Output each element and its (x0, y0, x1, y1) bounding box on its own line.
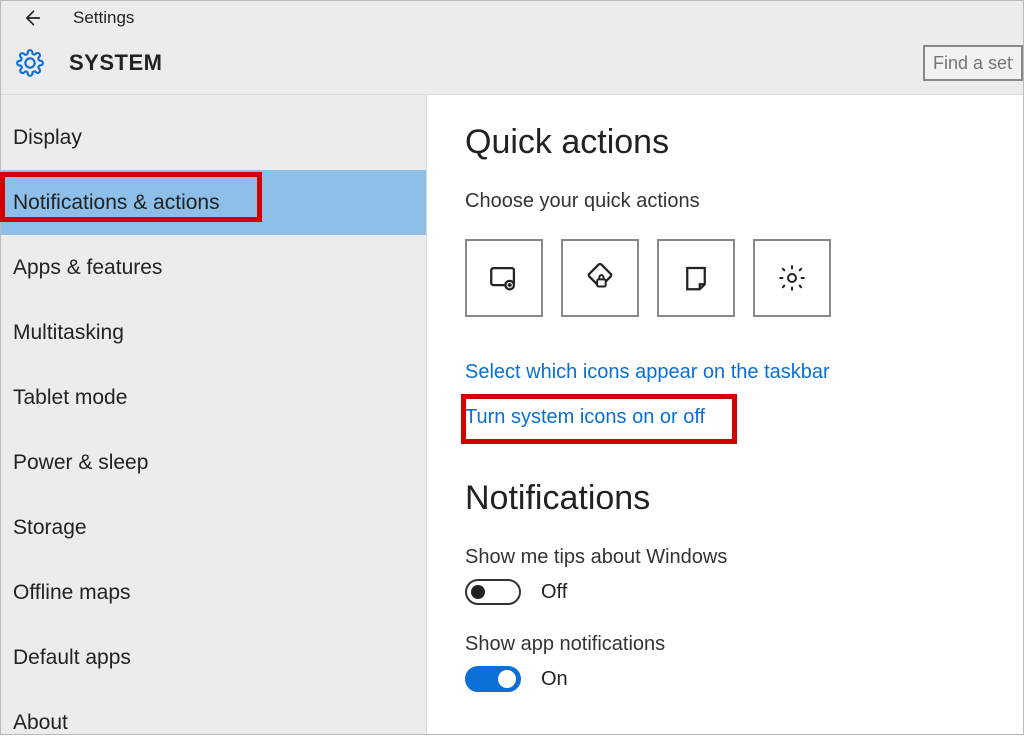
app-label: Settings (73, 8, 134, 28)
section-heading-quick-actions: Quick actions (465, 123, 1023, 162)
content-pane: Quick actions Choose your quick actions (427, 95, 1023, 734)
quick-actions-row (465, 239, 1023, 317)
sidebar-item-label: Storage (13, 516, 87, 540)
note-icon (681, 263, 711, 293)
sidebar-item-default-apps[interactable]: Default apps (1, 625, 426, 690)
search-input[interactable] (923, 45, 1023, 81)
sidebar-item-tablet-mode[interactable]: Tablet mode (1, 365, 426, 430)
sidebar-item-power-sleep[interactable]: Power & sleep (1, 430, 426, 495)
sidebar-item-offline-maps[interactable]: Offline maps (1, 560, 426, 625)
sidebar: Display Notifications & actions Apps & f… (1, 95, 427, 734)
app-notifications-label: Show app notifications (465, 633, 1023, 656)
sidebar-item-multitasking[interactable]: Multitasking (1, 300, 426, 365)
sidebar-item-label: Default apps (13, 646, 131, 670)
arrow-left-icon (21, 8, 41, 28)
quick-action-tile-rotation-lock[interactable] (561, 239, 639, 317)
settings-icon (777, 263, 807, 293)
toggle-app-notifications-state: On (541, 668, 568, 691)
toggle-tips[interactable] (465, 579, 521, 605)
toggle-tips-state: Off (541, 581, 567, 604)
sidebar-item-label: Power & sleep (13, 451, 148, 475)
sidebar-item-about[interactable]: About (1, 690, 426, 755)
sidebar-item-label: Display (13, 126, 82, 150)
sidebar-item-label: Tablet mode (13, 386, 127, 410)
tablet-mode-icon (487, 261, 521, 295)
link-turn-system-icons[interactable]: Turn system icons on or off (465, 406, 705, 429)
sidebar-item-storage[interactable]: Storage (1, 495, 426, 560)
link-select-taskbar-icons[interactable]: Select which icons appear on the taskbar (465, 361, 830, 384)
sidebar-item-label: About (13, 711, 68, 735)
gear-icon (15, 48, 45, 78)
toggle-app-notifications[interactable] (465, 666, 521, 692)
page-title: SYSTEM (69, 50, 162, 76)
sidebar-item-label: Apps & features (13, 256, 162, 280)
quick-action-tile-tablet-mode[interactable] (465, 239, 543, 317)
choose-quick-actions-label: Choose your quick actions (465, 190, 1023, 213)
sidebar-item-label: Offline maps (13, 581, 131, 605)
sidebar-item-label: Multitasking (13, 321, 124, 345)
section-heading-notifications: Notifications (465, 479, 1023, 518)
sidebar-item-display[interactable]: Display (1, 105, 426, 170)
sidebar-item-label: Notifications & actions (13, 191, 220, 215)
sidebar-item-apps-features[interactable]: Apps & features (1, 235, 426, 300)
quick-action-tile-note[interactable] (657, 239, 735, 317)
back-button[interactable] (15, 2, 47, 34)
sidebar-item-notifications-actions[interactable]: Notifications & actions (1, 170, 426, 235)
header-bar: Settings SYSTEM (1, 1, 1023, 95)
tips-label: Show me tips about Windows (465, 546, 1023, 569)
rotation-lock-icon (583, 261, 617, 295)
quick-action-tile-settings[interactable] (753, 239, 831, 317)
